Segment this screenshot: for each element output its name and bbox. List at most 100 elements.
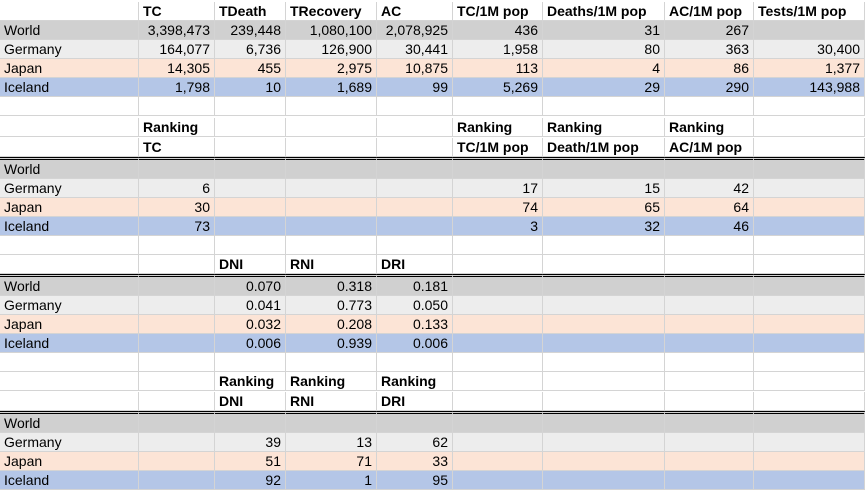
cell[interactable]: 10	[215, 78, 286, 97]
cell[interactable]	[543, 334, 665, 353]
cell[interactable]: RNI	[286, 255, 377, 274]
cell[interactable]	[139, 353, 215, 372]
cell[interactable]: 30	[139, 198, 215, 217]
cell[interactable]: 73	[139, 217, 215, 236]
cell[interactable]: 31	[543, 21, 665, 40]
cell[interactable]	[139, 452, 215, 471]
cell[interactable]	[665, 255, 754, 274]
cell[interactable]: 1,377	[754, 59, 865, 78]
cell[interactable]: Japan	[0, 198, 139, 217]
cell[interactable]	[286, 353, 377, 372]
cell[interactable]	[543, 372, 665, 391]
cell[interactable]: 126,900	[286, 40, 377, 59]
cell[interactable]	[377, 217, 453, 236]
cell[interactable]: 1,080,100	[286, 21, 377, 40]
cell[interactable]: 30,441	[377, 40, 453, 59]
cell[interactable]: 74	[453, 198, 543, 217]
cell[interactable]	[453, 392, 543, 411]
cell[interactable]: 14,305	[139, 59, 215, 78]
cell[interactable]	[377, 179, 453, 198]
cell[interactable]	[543, 97, 665, 116]
cell[interactable]: 29	[543, 78, 665, 97]
cell[interactable]: 42	[665, 179, 754, 198]
cell[interactable]	[754, 315, 865, 334]
cell[interactable]	[754, 392, 865, 411]
cell[interactable]	[543, 157, 665, 179]
cell[interactable]	[286, 138, 377, 157]
cell[interactable]: 0.939	[286, 334, 377, 353]
cell[interactable]: 99	[377, 78, 453, 97]
cell[interactable]	[453, 353, 543, 372]
cell[interactable]: 0.133	[377, 315, 453, 334]
cell[interactable]	[453, 274, 543, 296]
cell[interactable]	[754, 372, 865, 391]
cell[interactable]	[139, 471, 215, 490]
cell[interactable]: 33	[377, 452, 453, 471]
cell[interactable]: 3	[453, 217, 543, 236]
cell[interactable]: Iceland	[0, 471, 139, 490]
cell[interactable]: 113	[453, 59, 543, 78]
cell[interactable]	[665, 392, 754, 411]
cell[interactable]: TC	[139, 138, 215, 157]
cell[interactable]	[286, 118, 377, 137]
cell[interactable]	[453, 157, 543, 179]
cell[interactable]	[286, 236, 377, 255]
cell[interactable]	[0, 255, 139, 274]
cell[interactable]	[665, 97, 754, 116]
cell[interactable]	[453, 411, 543, 433]
cell[interactable]	[139, 433, 215, 452]
cell[interactable]: 0.773	[286, 296, 377, 315]
cell[interactable]	[139, 97, 215, 116]
cell[interactable]: Ranking	[139, 118, 215, 137]
cell[interactable]	[0, 138, 139, 157]
cell[interactable]: 0.006	[377, 334, 453, 353]
cell[interactable]: 455	[215, 59, 286, 78]
cell[interactable]: 80	[543, 40, 665, 59]
cell[interactable]: 0.032	[215, 315, 286, 334]
cell[interactable]: 46	[665, 217, 754, 236]
cell[interactable]	[139, 392, 215, 411]
cell[interactable]	[665, 353, 754, 372]
cell[interactable]: 0.318	[286, 274, 377, 296]
cell[interactable]	[453, 315, 543, 334]
cell[interactable]	[665, 471, 754, 490]
cell[interactable]: 71	[286, 452, 377, 471]
cell[interactable]	[286, 198, 377, 217]
cell[interactable]: 239,448	[215, 21, 286, 40]
cell[interactable]: World	[0, 274, 139, 296]
cell[interactable]: Death/1M pop	[543, 138, 665, 157]
cell[interactable]	[0, 97, 139, 116]
cell[interactable]: Japan	[0, 315, 139, 334]
cell[interactable]: TRecovery	[286, 2, 377, 21]
cell[interactable]	[377, 353, 453, 372]
cell[interactable]	[754, 157, 865, 179]
cell[interactable]: 143,988	[754, 78, 865, 97]
cell[interactable]: 30,400	[754, 40, 865, 59]
cell[interactable]	[453, 97, 543, 116]
cell[interactable]: 15	[543, 179, 665, 198]
cell[interactable]: 92	[215, 471, 286, 490]
cell[interactable]: AC/1M pop	[665, 138, 754, 157]
cell[interactable]	[286, 179, 377, 198]
cell[interactable]	[754, 118, 865, 137]
cell[interactable]	[377, 97, 453, 116]
cell[interactable]: 39	[215, 433, 286, 452]
cell[interactable]	[665, 315, 754, 334]
cell[interactable]	[543, 411, 665, 433]
cell[interactable]	[286, 157, 377, 179]
cell[interactable]: 3,398,473	[139, 21, 215, 40]
cell[interactable]: DNI	[215, 392, 286, 411]
cell[interactable]: 1,958	[453, 40, 543, 59]
cell[interactable]: TC/1M pop	[453, 138, 543, 157]
cell[interactable]	[665, 274, 754, 296]
cell[interactable]: 290	[665, 78, 754, 97]
cell[interactable]	[754, 353, 865, 372]
cell[interactable]	[665, 296, 754, 315]
cell[interactable]: Iceland	[0, 217, 139, 236]
cell[interactable]	[543, 296, 665, 315]
cell[interactable]: 436	[453, 21, 543, 40]
cell[interactable]: AC	[377, 2, 453, 21]
cell[interactable]	[215, 217, 286, 236]
cell[interactable]	[215, 118, 286, 137]
cell[interactable]	[139, 274, 215, 296]
